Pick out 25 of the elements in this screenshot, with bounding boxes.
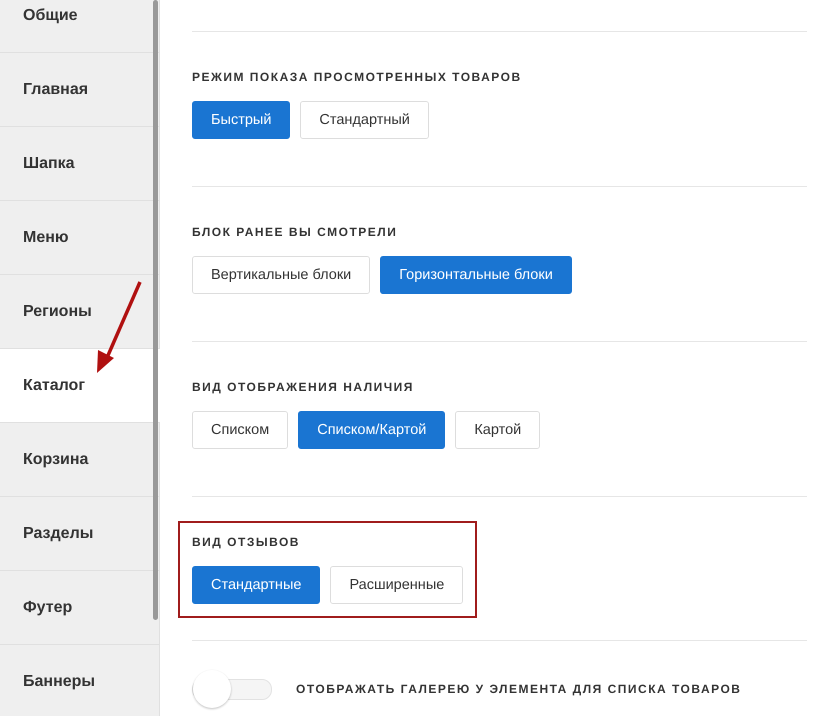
sidebar-item[interactable]: Шапка <box>0 127 160 201</box>
section-heading: ВИД ОТЗЫВОВ <box>192 535 301 549</box>
option-button[interactable]: Вертикальные блоки <box>192 256 370 294</box>
sidebar-item[interactable]: Общие <box>0 0 160 53</box>
sidebar-item[interactable]: Каталог <box>0 349 160 423</box>
toggle-switch[interactable] <box>192 669 272 709</box>
scrollbar[interactable] <box>153 0 158 620</box>
option-button[interactable]: Списком <box>192 411 288 449</box>
option-button[interactable]: Стандартные <box>192 566 320 604</box>
sidebar-item[interactable]: Футер <box>0 571 160 645</box>
option-button[interactable]: Картой <box>455 411 540 449</box>
sidebar-item[interactable]: Корзина <box>0 423 160 497</box>
option-button[interactable]: Стандартный <box>300 101 429 139</box>
option-button[interactable]: Расширенные <box>330 566 464 604</box>
sidebar-item[interactable]: Разделы <box>0 497 160 571</box>
toggle-label: ОТОБРАЖАТЬ ГАЛЕРЕЮ У ЭЛЕМЕНТА ДЛЯ СПИСКА ТОВАРОВ <box>296 682 742 696</box>
option-button[interactable]: Горизонтальные блоки <box>380 256 572 294</box>
option-button[interactable]: Списком/Картой <box>298 411 446 449</box>
section-heading: ВИД ОТОБРАЖЕНИЯ НАЛИЧИЯ <box>192 380 415 394</box>
sidebar-item[interactable]: Главная <box>0 53 160 127</box>
sidebar-item[interactable]: Меню <box>0 201 160 275</box>
option-button[interactable]: Быстрый <box>192 101 290 139</box>
section-heading: БЛОК РАНЕЕ ВЫ СМОТРЕЛИ <box>192 225 398 239</box>
sidebar-item[interactable]: Регионы <box>0 275 160 349</box>
section-heading: РЕЖИМ ПОКАЗА ПРОСМОТРЕННЫХ ТОВАРОВ <box>192 70 522 84</box>
